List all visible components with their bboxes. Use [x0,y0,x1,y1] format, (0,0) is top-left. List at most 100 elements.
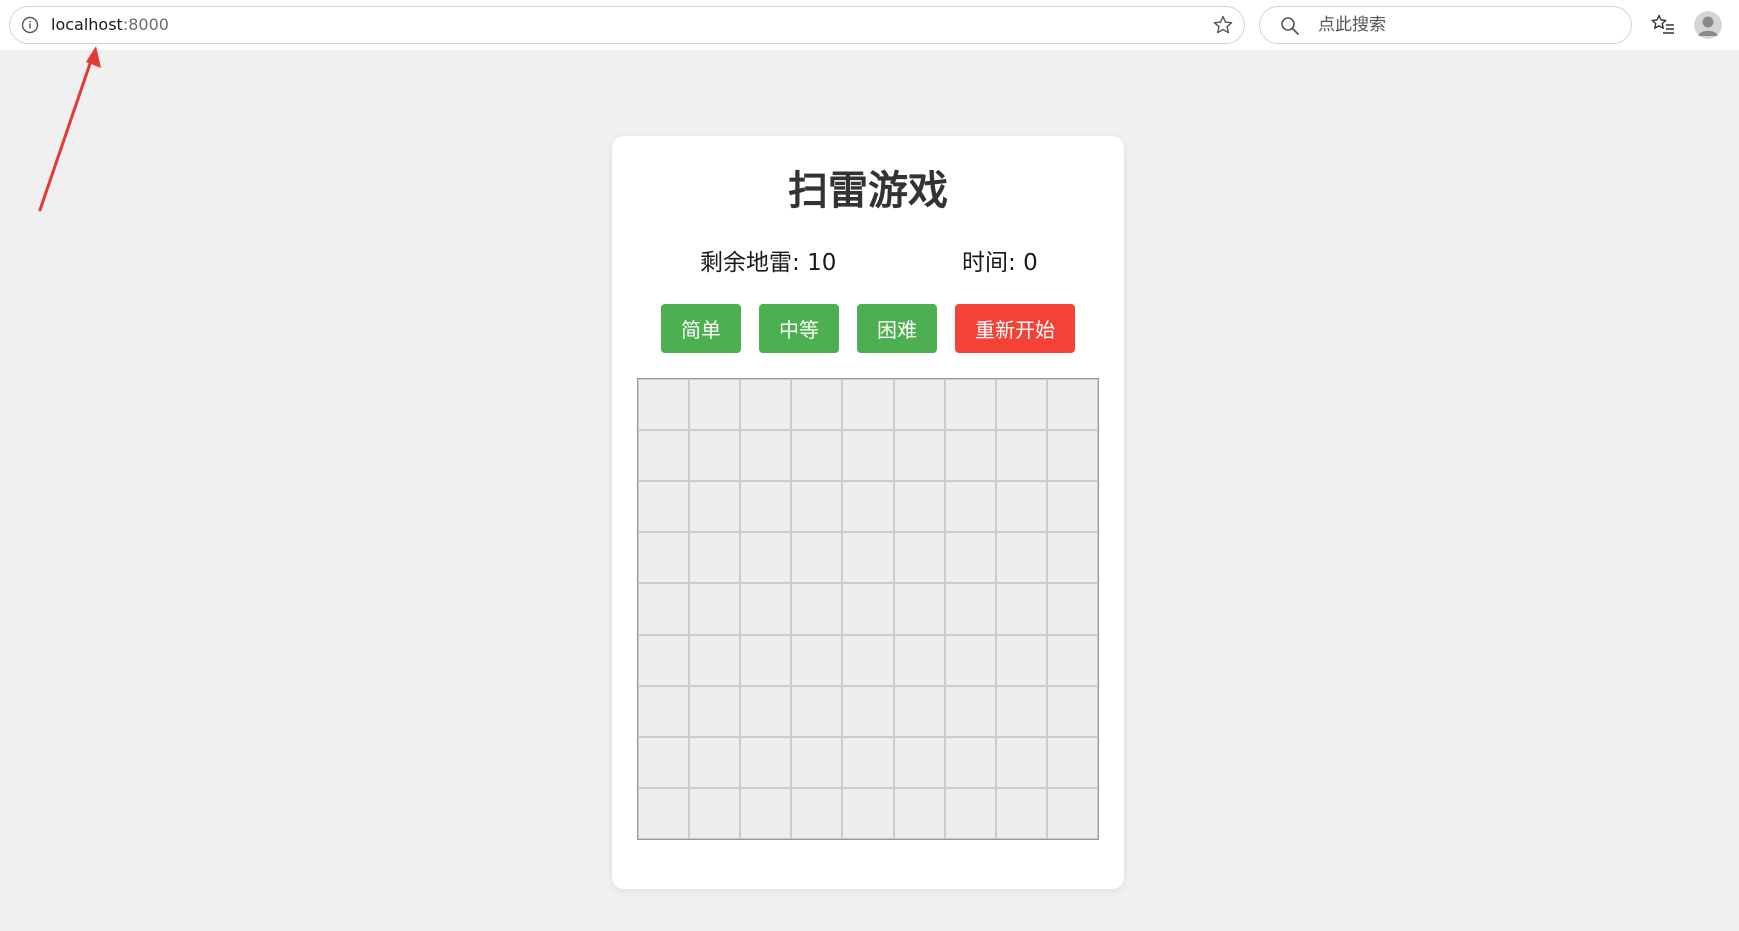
board-cell[interactable] [995,532,1047,584]
board-cell[interactable] [842,532,894,584]
board-cell[interactable] [638,379,690,431]
board-cell[interactable] [893,379,945,431]
board-cell[interactable] [995,481,1047,533]
board-cell[interactable] [740,481,792,533]
board-cell[interactable] [995,736,1047,788]
search-icon[interactable] [1280,16,1300,36]
board-cell[interactable] [740,685,792,737]
board-cell[interactable] [791,481,843,533]
board-cell[interactable] [842,787,894,839]
board-cell[interactable] [740,379,792,431]
board-cell[interactable] [791,430,843,482]
search-box[interactable] [1259,6,1632,44]
board-cell[interactable] [689,634,741,686]
board-cell[interactable] [893,532,945,584]
hard-button[interactable]: 困难 [857,304,937,353]
board-cell[interactable] [740,430,792,482]
board-cell[interactable] [740,634,792,686]
board-cell[interactable] [791,787,843,839]
board-cell[interactable] [995,685,1047,737]
board-cell[interactable] [944,685,996,737]
game-card: 扫雷游戏 剩余地雷: 10 时间: 0 简单 中等 困难 重新开始 [612,136,1124,889]
board-cell[interactable] [893,787,945,839]
board-cell[interactable] [944,634,996,686]
board-cell[interactable] [638,430,690,482]
board-cell[interactable] [740,583,792,635]
board-cell[interactable] [638,583,690,635]
board-cell[interactable] [1046,685,1098,737]
board-cell[interactable] [791,736,843,788]
board-cell[interactable] [842,736,894,788]
board-cell[interactable] [944,379,996,431]
page-root: localhost:8000 点此搜索 扫雷游戏 剩余地雷: 10 时间: 0 … [0,0,1739,931]
board-cell[interactable] [995,583,1047,635]
avatar[interactable] [1694,11,1722,39]
board-cell[interactable] [689,481,741,533]
address-bar[interactable]: localhost:8000 [9,6,1245,44]
board-cell[interactable] [944,481,996,533]
board-cell[interactable] [638,685,690,737]
board-cell[interactable] [638,481,690,533]
board-cell[interactable] [689,583,741,635]
board-cell[interactable] [893,583,945,635]
board-cell[interactable] [893,736,945,788]
board-cell[interactable] [791,634,843,686]
board-cell[interactable] [944,430,996,482]
board-cell[interactable] [1046,379,1098,431]
board-cell[interactable] [689,787,741,839]
easy-button[interactable]: 简单 [661,304,741,353]
board-cell[interactable] [893,685,945,737]
restart-button[interactable]: 重新开始 [955,304,1075,353]
board-cell[interactable] [740,736,792,788]
board-cell[interactable] [740,787,792,839]
board-cell[interactable] [842,685,894,737]
game-title: 扫雷游戏 [788,168,948,214]
star-icon[interactable] [1212,14,1234,36]
search-input[interactable] [1318,13,1608,37]
board-cell[interactable] [944,736,996,788]
board-cell[interactable] [842,379,894,431]
board-cell[interactable] [689,379,741,431]
board-cell[interactable] [944,787,996,839]
info-icon[interactable] [21,16,39,34]
board-cell[interactable] [1046,787,1098,839]
board-cell[interactable] [791,379,843,431]
board-cell[interactable] [791,583,843,635]
board-cell[interactable] [689,532,741,584]
board-cell[interactable] [689,736,741,788]
board-cell[interactable] [1046,532,1098,584]
board-cell[interactable] [842,430,894,482]
board-cell[interactable] [893,634,945,686]
board-cell[interactable] [944,583,996,635]
board-cell[interactable] [995,634,1047,686]
board-cell[interactable] [944,532,996,584]
medium-button[interactable]: 中等 [759,304,839,353]
board-cell[interactable] [1046,583,1098,635]
board-cell[interactable] [842,634,894,686]
url-host: localhost [51,15,123,34]
board-cell[interactable] [842,583,894,635]
url-text[interactable]: localhost:8000 [51,15,169,35]
board-cell[interactable] [1046,634,1098,686]
board-cell[interactable] [791,532,843,584]
board-cell[interactable] [1046,481,1098,533]
board-cell[interactable] [1046,430,1098,482]
board-cell[interactable] [791,685,843,737]
board-cell[interactable] [893,430,945,482]
board-cell[interactable] [995,787,1047,839]
board-cell[interactable] [689,430,741,482]
board-cell[interactable] [1046,736,1098,788]
annotation-arrow [38,46,101,212]
board-cell[interactable] [638,787,690,839]
board-cell[interactable] [638,634,690,686]
board-cell[interactable] [689,685,741,737]
browser-toolbar: localhost:8000 [0,0,1739,50]
board-cell[interactable] [842,481,894,533]
favorites-icon[interactable] [1650,13,1676,37]
board-cell[interactable] [740,532,792,584]
board-cell[interactable] [638,736,690,788]
board-cell[interactable] [638,532,690,584]
board-cell[interactable] [893,481,945,533]
board-cell[interactable] [995,379,1047,431]
board-cell[interactable] [995,430,1047,482]
